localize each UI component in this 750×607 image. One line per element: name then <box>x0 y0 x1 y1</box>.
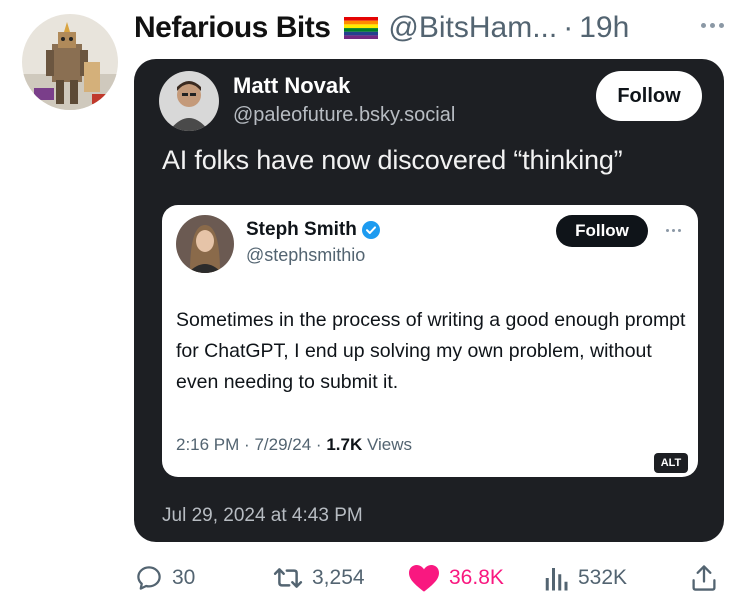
views-button[interactable]: 532K <box>544 560 627 596</box>
tweet-author-name: Steph Smith <box>246 219 357 240</box>
screenshot-date: Jul 29, 2024 at 4:43 PM <box>162 505 363 526</box>
avatar <box>159 71 219 131</box>
reply-button[interactable]: 30 <box>134 560 195 596</box>
post-text: AI folks have now discovered “thinking” <box>162 145 623 175</box>
share-button[interactable] <box>690 560 718 596</box>
heart-icon <box>409 565 439 592</box>
quoted-author-handle: @paleofuture.bsky.social <box>233 104 456 126</box>
post-header: Nefarious Bits @BitsHam... · 19h <box>134 8 734 48</box>
author-name[interactable]: Nefarious Bits <box>134 11 331 45</box>
more-icon <box>658 223 688 237</box>
views-icon <box>545 568 568 591</box>
repost-button[interactable]: 3,254 <box>272 560 365 596</box>
views-count: 532K <box>578 566 628 589</box>
follow-button: Follow <box>556 215 648 247</box>
rainbow-flag-icon <box>344 17 379 39</box>
avatar[interactable] <box>22 14 118 110</box>
quoted-name-row: Steph Smith <box>246 219 381 241</box>
tweet-date: 7/29/24 <box>254 435 312 454</box>
tweet-views-label: Views <box>366 435 413 454</box>
reply-icon <box>137 566 161 590</box>
repost-icon <box>273 568 303 588</box>
tweet-views-count: 1.7K <box>326 435 363 454</box>
tweet-author-handle: @stephsmithio <box>246 245 366 265</box>
quoted-author-name: Matt Novak <box>233 73 351 98</box>
alt-badge[interactable]: ALT <box>654 453 688 473</box>
tweet-time: 2:16 PM <box>176 435 240 454</box>
like-button[interactable]: 36.8K <box>407 560 504 596</box>
follow-button[interactable]: Follow <box>596 71 702 121</box>
like-count: 36.8K <box>449 566 504 589</box>
avatar-photo <box>176 215 234 273</box>
avatar-photo <box>159 71 219 131</box>
reply-count: 30 <box>172 566 196 589</box>
tweet-meta: 2:16 PM · 7/29/24 · 1.7K Views <box>176 435 412 455</box>
repost-count: 3,254 <box>312 566 365 589</box>
tweet-text: Sometimes in the process of writing a go… <box>176 309 686 393</box>
quoted-tweet-card: Steph Smith @stephsmithio Follow Sometim… <box>162 205 698 477</box>
verified-badge-icon <box>361 221 380 239</box>
action-bar: 30 3,254 36.8K 532K <box>134 560 734 596</box>
avatar-robot-illustration <box>22 14 118 110</box>
separator-dot: · <box>315 435 322 454</box>
more-icon[interactable] <box>692 10 732 40</box>
separator-dot: · <box>563 11 574 44</box>
share-icon <box>692 565 716 591</box>
author-handle[interactable]: @BitsHam... <box>388 11 557 45</box>
avatar <box>176 215 234 273</box>
separator-dot: · <box>244 435 250 454</box>
screenshot-card[interactable]: Matt Novak @paleofuture.bsky.social Foll… <box>134 59 724 542</box>
post-timestamp[interactable]: 19h <box>579 11 629 45</box>
